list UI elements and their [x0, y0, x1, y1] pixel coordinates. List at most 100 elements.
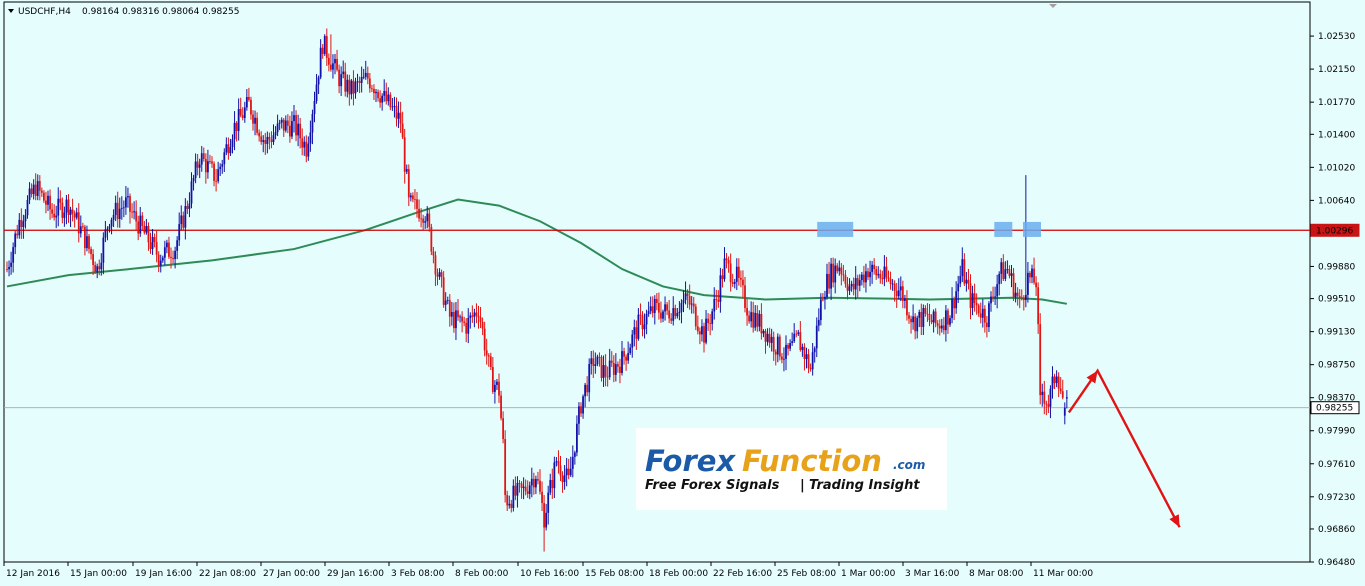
- candle-body: [770, 336, 773, 343]
- candle-body: [264, 140, 267, 144]
- candle-body: [366, 72, 369, 79]
- candle-body: [643, 324, 646, 330]
- candle-body: [202, 153, 205, 159]
- candle-body: [350, 80, 353, 95]
- price-chart[interactable]: 1.02530 1.02150 1.01770 1.01400 1.01020 1.006…: [0, 0, 1365, 586]
- candle-body: [434, 255, 437, 275]
- candle-body: [742, 279, 744, 286]
- candle-body: [815, 325, 818, 349]
- candle-body: [647, 311, 650, 314]
- candle-body: [20, 219, 23, 228]
- candle-body: [887, 277, 890, 279]
- candle-body: [901, 286, 904, 301]
- candle-body: [569, 468, 572, 476]
- candle-body: [55, 215, 58, 218]
- candle-body: [787, 344, 789, 349]
- candle-body: [524, 486, 527, 492]
- candle-body: [254, 117, 256, 124]
- candle-body: [994, 296, 996, 298]
- candle-body: [799, 332, 802, 350]
- candle-body: [961, 259, 964, 277]
- candle-body: [746, 307, 748, 316]
- candle-body: [612, 362, 615, 375]
- candle-body: [1031, 268, 1033, 278]
- candle-body: [865, 271, 867, 283]
- candle-body: [178, 224, 181, 241]
- candle-body: [94, 265, 97, 273]
- candle: [323, 34, 326, 56]
- candle-body: [420, 218, 422, 220]
- candle-body: [707, 318, 709, 324]
- candle-body: [440, 272, 443, 278]
- candle-body: [315, 84, 318, 102]
- candle-body: [12, 247, 15, 263]
- resistance-price-badge-text: 1.00296: [1316, 226, 1353, 236]
- candle-body: [116, 202, 119, 219]
- candle-body: [135, 211, 138, 222]
- candle-body: [477, 315, 480, 318]
- x-tick-label: 3 Mar 16:00: [905, 569, 960, 579]
- candle-body: [377, 91, 379, 99]
- candle-body: [957, 283, 960, 292]
- candle-body: [358, 81, 361, 83]
- x-tick-label: 15 Feb 08:00: [585, 569, 644, 579]
- candle-body: [701, 326, 703, 335]
- chart-canvas[interactable]: 1.02530 1.02150 1.01770 1.01400 1.01020 1.006…: [0, 0, 1365, 586]
- candle-body: [932, 311, 935, 323]
- candle-body: [81, 226, 84, 228]
- candle-body: [436, 274, 439, 277]
- candle-body: [1051, 376, 1054, 389]
- candle-body: [266, 136, 269, 144]
- candle-body: [243, 107, 246, 118]
- double-top-marker: [817, 221, 854, 237]
- candle-body: [371, 88, 373, 90]
- candle-body: [1065, 397, 1068, 399]
- x-tick-label: 22 Jan 08:00: [199, 569, 256, 579]
- candle-body: [772, 336, 775, 352]
- watermark-brand-suffix: .com: [893, 458, 925, 472]
- candle-body: [778, 336, 781, 357]
- candle-body: [129, 196, 131, 212]
- candle-body: [379, 98, 381, 103]
- candle-body: [92, 254, 94, 266]
- x-tick-label: 27 Jan 00:00: [263, 569, 320, 579]
- candle-body: [973, 293, 976, 304]
- candle: [504, 430, 507, 503]
- candle-body: [1027, 272, 1029, 295]
- candle-body: [338, 69, 340, 87]
- candle-body: [172, 257, 174, 260]
- candle-body: [180, 215, 183, 225]
- candle-body: [360, 77, 363, 83]
- candle-body: [688, 296, 691, 305]
- candle-body: [559, 465, 562, 476]
- candle-body: [633, 327, 636, 335]
- candle-body: [826, 273, 828, 298]
- candle-body: [221, 164, 224, 167]
- candle-body: [899, 286, 902, 291]
- candle-body: [289, 125, 291, 137]
- candle-body: [63, 212, 66, 218]
- candle-body: [883, 266, 886, 280]
- candle-body: [241, 115, 244, 118]
- candle-body: [506, 495, 509, 506]
- candle-body: [225, 144, 228, 153]
- candle-body: [928, 313, 931, 321]
- candle-body: [498, 381, 500, 396]
- candle-body: [641, 315, 644, 330]
- candle-body: [766, 333, 769, 342]
- candle-body: [375, 91, 377, 94]
- candle-body: [709, 323, 712, 324]
- candle-body: [34, 184, 37, 196]
- candle-body: [229, 147, 232, 154]
- candle-body: [487, 355, 490, 357]
- candle-body: [473, 312, 476, 317]
- candle-body: [137, 221, 140, 234]
- candle-body: [90, 248, 92, 255]
- candle-body: [397, 112, 400, 119]
- candle-body: [666, 304, 668, 311]
- candle-body: [57, 198, 60, 216]
- candle-body: [418, 208, 420, 219]
- candle-body: [582, 396, 584, 414]
- candle-body: [781, 356, 783, 360]
- candle-body: [53, 213, 56, 218]
